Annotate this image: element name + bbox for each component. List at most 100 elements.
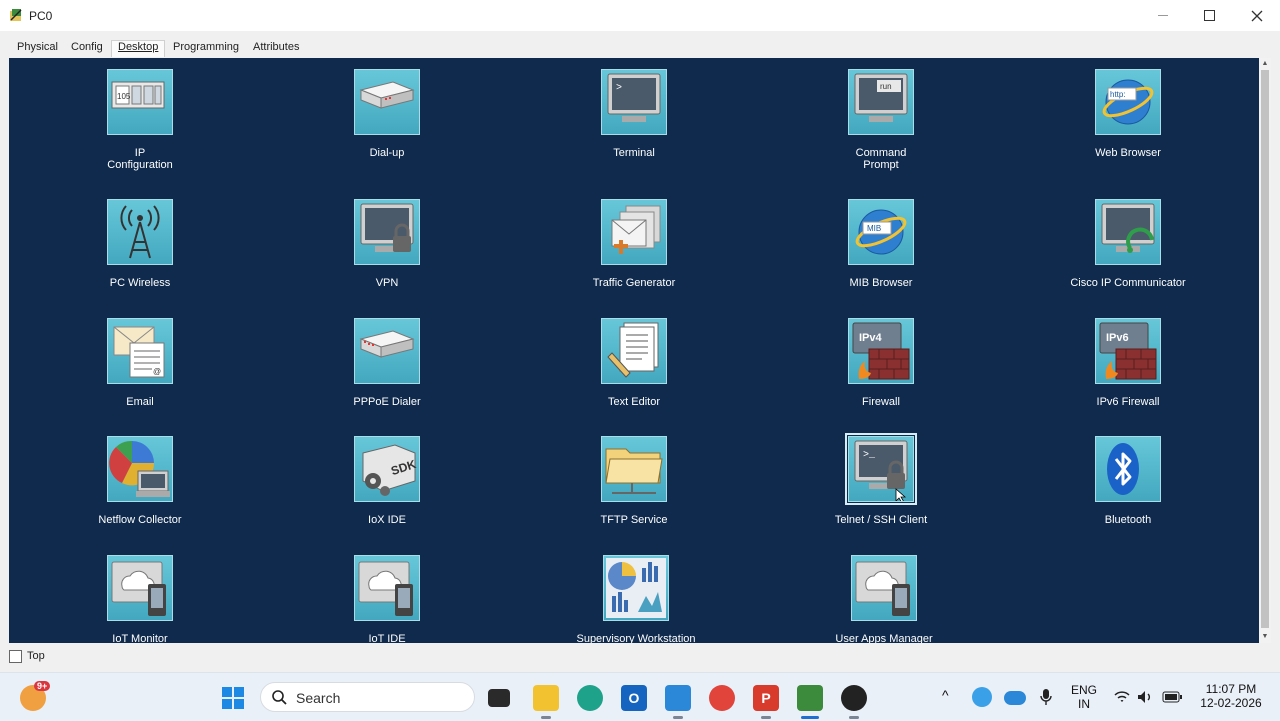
chrome-icon[interactable]	[709, 685, 735, 711]
bottom-bar: Top	[0, 646, 1280, 671]
region-code: IN	[1078, 697, 1090, 711]
clock-date: 12-02-2026	[1200, 696, 1262, 710]
file-explorer-icon[interactable]	[533, 685, 559, 711]
svg-text:IPv6: IPv6	[1106, 332, 1129, 344]
app-label: IP Configuration	[107, 147, 173, 171]
app-label: Email	[126, 396, 154, 408]
svg-text:IPv4: IPv4	[859, 332, 883, 344]
tab-programming[interactable]: Programming	[173, 41, 239, 53]
vertical-scrollbar[interactable]: ▲ ▼	[1259, 58, 1271, 643]
sync-icon[interactable]	[972, 687, 992, 707]
onedrive-icon[interactable]	[1004, 691, 1026, 705]
wireless-antenna-icon	[107, 199, 173, 265]
supervisory-workstation-icon	[603, 555, 669, 621]
scroll-down-icon[interactable]: ▼	[1261, 632, 1269, 642]
app-label: Cisco IP Communicator	[1070, 277, 1186, 289]
ipv6-firewall-icon: IPv6	[1095, 318, 1161, 384]
app-label: IPv6 Firewall	[1096, 396, 1160, 408]
start-windows-icon[interactable]	[220, 685, 246, 711]
svg-text:@: @	[153, 367, 161, 376]
app-label: Traffic Generator	[592, 277, 676, 289]
pppoe-dialer-icon	[354, 318, 420, 384]
app-label: Command Prompt	[855, 147, 907, 171]
app-label: Firewall	[862, 396, 900, 408]
web-browser-icon: http:	[1095, 69, 1161, 135]
chevron-up-icon[interactable]: ^	[942, 688, 949, 702]
mib-browser-icon: MIB	[848, 199, 914, 265]
iot-ide-icon	[354, 555, 420, 621]
svg-text:MIB: MIB	[867, 224, 881, 233]
widgets-icon[interactable]: 9+	[20, 681, 51, 711]
search-placeholder: Search	[296, 690, 341, 706]
app-label: Dial-up	[369, 147, 405, 159]
terminal-icon: >	[601, 69, 667, 135]
app-label: Web Browser	[1095, 147, 1161, 159]
app-label: User Apps Manager	[835, 633, 933, 643]
svg-text:>_: >_	[863, 450, 876, 461]
window-title: PC0	[29, 9, 53, 23]
top-checkbox[interactable]	[9, 650, 22, 663]
powerpoint-icon[interactable]: P	[753, 685, 779, 711]
tab-config[interactable]: Config	[71, 41, 103, 53]
taskbar-search[interactable]: Search	[260, 682, 475, 712]
whiteboard-icon[interactable]	[665, 685, 691, 711]
app-label: Terminal	[613, 147, 655, 159]
scroll-up-icon[interactable]: ▲	[1261, 59, 1269, 69]
app-label: VPN	[375, 277, 399, 289]
tab-attributes[interactable]: Attributes	[253, 41, 299, 53]
close-icon	[1251, 10, 1263, 21]
battery-icon[interactable]	[1162, 691, 1182, 703]
search-icon	[272, 690, 287, 705]
svg-text:>: >	[616, 83, 622, 94]
clock-time: 11:07 PM	[1205, 682, 1257, 696]
netflow-collector-icon	[107, 436, 173, 502]
text-editor-icon	[601, 318, 667, 384]
language-indicator[interactable]: ENG IN	[1068, 683, 1100, 711]
app-label: Text Editor	[608, 396, 660, 408]
bluetooth-icon	[1095, 436, 1161, 502]
close-button[interactable]	[1234, 0, 1280, 31]
command-prompt-icon: run	[848, 69, 914, 135]
modem-icon	[354, 69, 420, 135]
traffic-generator-icon	[601, 199, 667, 265]
desktop-panel: 105 IP Configuration Dial-up > Terminal r…	[9, 58, 1259, 643]
wifi-icon[interactable]	[1114, 690, 1130, 704]
notification-badge: 9+	[34, 681, 51, 691]
scroll-thumb[interactable]	[1261, 70, 1269, 628]
edge-browser-icon[interactable]	[577, 685, 603, 711]
app-label: IoX IDE	[368, 514, 406, 526]
running-indicator	[673, 716, 683, 719]
title-bar: PC0	[0, 0, 1280, 31]
task-view-icon[interactable]	[488, 689, 510, 707]
svg-text:105: 105	[117, 92, 131, 101]
app-label: IoT IDE	[368, 633, 406, 643]
maximize-button[interactable]	[1186, 0, 1232, 31]
running-indicator	[849, 716, 859, 719]
ip-communicator-icon	[1095, 199, 1161, 265]
packet-tracer-taskbar-icon[interactable]	[797, 685, 823, 711]
telnet-ssh-icon: >_	[845, 433, 917, 505]
ipv4-firewall-icon: IPv4	[848, 318, 914, 384]
iot-monitor-icon	[107, 555, 173, 621]
app-taskbar-icon[interactable]	[841, 685, 867, 711]
app-label: TFTP Service	[600, 514, 668, 526]
tftp-folder-icon	[601, 436, 667, 502]
app-label: Netflow Collector	[98, 514, 182, 526]
ip-configuration-icon: 105	[107, 69, 173, 135]
clock[interactable]: 11:07 PM 12-02-2026	[1196, 682, 1266, 710]
svg-text:run: run	[880, 82, 892, 91]
maximize-icon	[1203, 10, 1215, 21]
running-indicator	[761, 716, 771, 719]
minimize-button[interactable]	[1140, 0, 1186, 31]
app-label: PPPoE Dialer	[353, 396, 421, 408]
outlook-icon[interactable]: O	[621, 685, 647, 711]
volume-icon[interactable]	[1137, 690, 1153, 704]
iox-sdk-icon: SDK	[354, 436, 420, 502]
top-checkbox-label: Top	[27, 650, 45, 662]
tab-physical[interactable]: Physical	[17, 41, 58, 53]
microphone-icon[interactable]	[1040, 688, 1052, 706]
running-indicator	[541, 716, 551, 719]
app-label: Supervisory Workstation	[576, 633, 696, 643]
tab-desktop[interactable]: Desktop	[118, 41, 158, 53]
app-label: Bluetooth	[1104, 514, 1152, 526]
